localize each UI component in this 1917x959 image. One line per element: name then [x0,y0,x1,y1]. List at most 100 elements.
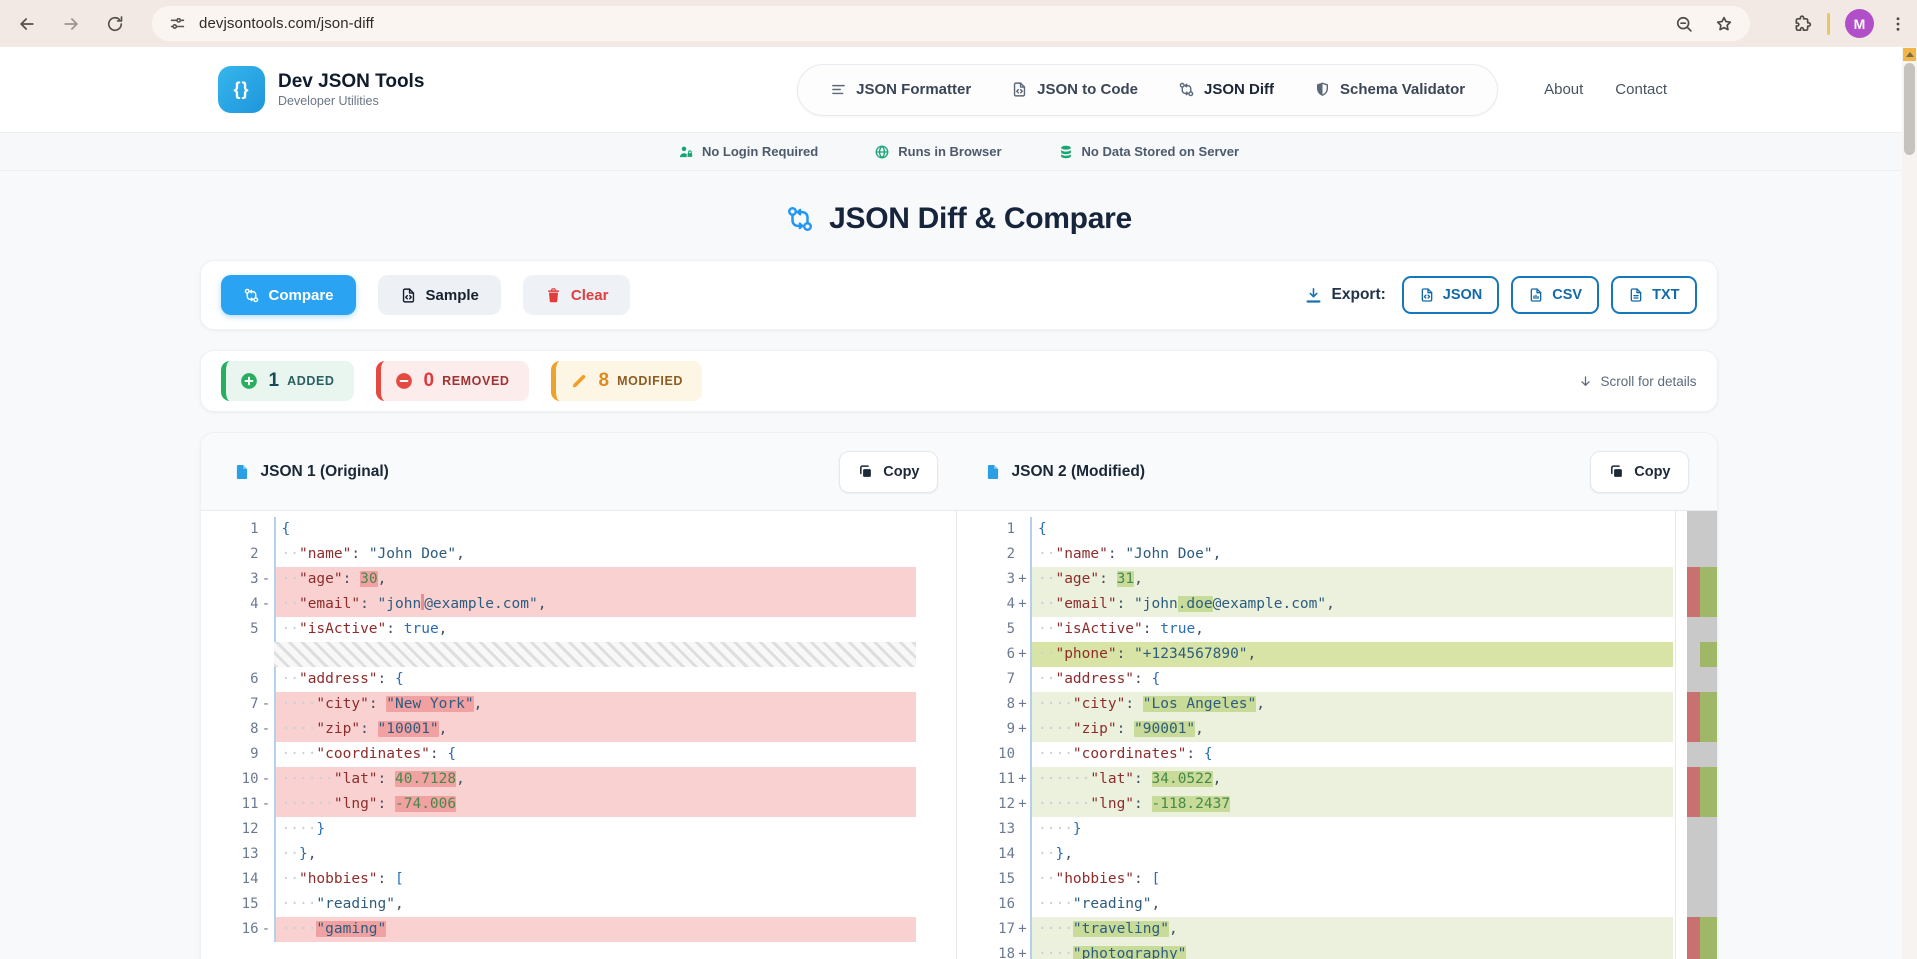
browser-menu-icon[interactable] [1889,15,1907,33]
database-icon [1058,144,1074,160]
scrollbar-up-arrow[interactable] [1903,48,1916,61]
code-line: 16-····"gaming" [201,917,917,942]
trust-badge: No Data Stored on Server [1058,144,1240,160]
code-line: 3-··"age": 30, [201,567,917,592]
arrow-left-icon [17,14,37,34]
code-line: 11-······"lng": -74.006 [201,792,917,817]
bookmark-star-icon[interactable] [1714,14,1734,34]
stat-label: REMOVED [442,374,509,388]
site-settings-icon[interactable] [168,14,187,33]
zoom-icon[interactable] [1674,14,1694,34]
line-change-sign [259,892,274,917]
scroll-hint: Scroll for details [1578,374,1696,389]
stat-added: 1ADDED [221,361,354,401]
stat-label: MODIFIED [617,374,683,388]
code-line: 15····"reading", [201,892,917,917]
line-change-sign: + [1015,942,1030,959]
line-change-sign: + [1015,592,1030,617]
line-number: 16 [201,917,259,942]
reload-icon [105,14,125,34]
line-change-sign [1015,817,1030,842]
line-change-sign: + [1015,567,1030,592]
code-line: 5··"isActive": true, [201,617,917,642]
copy-icon [857,463,874,480]
stat-count: 8 [599,370,610,392]
line-number: 9 [201,742,259,767]
line-change-sign [1015,742,1030,767]
profile-avatar[interactable]: M [1845,9,1874,38]
line-number: 14 [957,842,1015,867]
code-line: 7··"address": { [957,667,1673,692]
line-change-sign [1015,617,1030,642]
header-link-contact[interactable]: Contact [1615,81,1667,98]
toolbar: CompareSampleClear Export: JSONCSVTXT [200,260,1718,330]
line-number: 4 [957,592,1015,617]
scrollbar-thumb[interactable] [1904,63,1915,155]
sample-button[interactable]: Sample [378,275,501,315]
code-editor-original[interactable]: 1{2··"name": "John Doe",3-··"age": 30,4-… [201,511,957,959]
line-change-sign: - [259,567,274,592]
export-group: Export: JSONCSVTXT [1304,276,1697,314]
file-icon [984,463,1002,481]
pinned-extension-divider [1827,13,1830,35]
nav-item-json-to-code[interactable]: JSON to Code [1011,81,1138,98]
line-number: 7 [201,692,259,717]
minus-circle-icon [394,371,414,391]
file-icon [233,463,251,481]
line-number: 9 [957,717,1015,742]
address-bar[interactable]: devjsontools.com/json-diff [152,6,1750,41]
line-change-sign: + [1015,717,1030,742]
line-change-sign [1015,867,1030,892]
clear-button[interactable]: Clear [523,275,631,315]
code-line: 6··"address": { [201,667,917,692]
code-line: 8+····"city": "Los Angeles", [957,692,1673,717]
line-change-sign: - [259,692,274,717]
file-code-icon [400,287,417,304]
nav-item-json-diff[interactable]: JSON Diff [1178,81,1274,98]
line-change-sign [1015,667,1030,692]
nav-item-schema-validator[interactable]: Schema Validator [1314,81,1465,98]
line-change-sign [259,667,274,692]
scroll-hint-label: Scroll for details [1600,374,1696,389]
copy-original-button[interactable]: Copy [839,451,937,493]
main-nav: JSON Formatter JSON to Code JSON Diff Schem… [797,64,1498,116]
compare-button[interactable]: Compare [221,275,356,315]
stat-label: ADDED [287,374,334,388]
copy-modified-button[interactable]: Copy [1590,451,1688,493]
export-json-button[interactable]: JSON [1402,276,1500,314]
page-title: JSON Diff & Compare [829,202,1132,236]
line-change-sign: + [1015,767,1030,792]
code-line: 18+····"photography" [957,942,1673,959]
line-change-sign [1015,842,1030,867]
code-line: 10····"coordinates": { [957,742,1673,767]
code-line: 3+··"age": 31, [957,567,1673,592]
browser-back-button[interactable] [10,7,44,41]
line-number: 18 [957,942,1015,959]
code-line: 4+··"email": "john.doe@example.com", [957,592,1673,617]
main-content: JSON Diff & Compare CompareSampleClear E… [0,197,1917,959]
line-change-sign [1015,542,1030,567]
export-txt-button[interactable]: TXT [1611,276,1696,314]
line-number: 12 [957,792,1015,817]
page-scrollbar[interactable] [1902,47,1917,959]
extensions-icon[interactable] [1792,14,1812,34]
pencil-icon [569,371,589,391]
export-csv-button[interactable]: CSV [1511,276,1599,314]
stat-count: 0 [424,370,435,392]
line-change-sign: - [259,767,274,792]
line-change-sign: + [1015,692,1030,717]
copy-icon [1608,463,1625,480]
browser-reload-button[interactable] [98,7,132,41]
page-title-row: JSON Diff & Compare [200,197,1718,241]
line-number [201,642,259,667]
line-number: 7 [957,667,1015,692]
code-editor-modified[interactable]: 1{2··"name": "John Doe",3+··"age": 31,4+… [956,511,1717,959]
browser-forward-button[interactable] [54,7,88,41]
brand[interactable]: {} Dev JSON Tools Developer Utilities [218,66,424,113]
line-number: 15 [957,867,1015,892]
line-number: 8 [957,692,1015,717]
nav-item-json-formatter[interactable]: JSON Formatter [830,81,971,98]
line-number: 5 [957,617,1015,642]
line-number: 11 [201,792,259,817]
header-link-about[interactable]: About [1544,81,1583,98]
